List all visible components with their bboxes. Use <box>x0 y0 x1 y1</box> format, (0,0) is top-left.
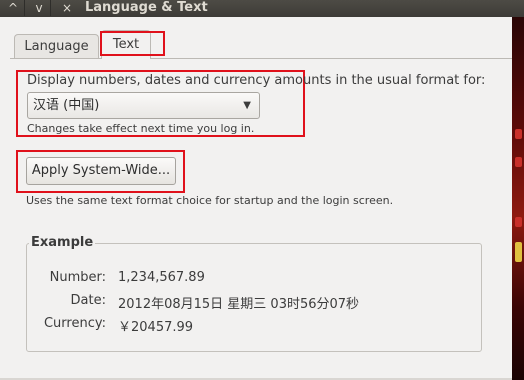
format-label: Display numbers, dates and currency amou… <box>27 73 486 88</box>
apply-note: Uses the same text format choice for sta… <box>26 194 394 207</box>
number-value: 1,234,567.89 <box>118 270 205 285</box>
changes-note: Changes take effect next time you log in… <box>27 122 255 135</box>
close-icon[interactable]: × <box>56 0 78 16</box>
currency-label: Currency: <box>43 316 106 331</box>
chevron-up-icon[interactable]: ^ <box>2 0 25 16</box>
date-label: Date: <box>70 293 106 308</box>
window-title: Language & Text <box>85 0 208 15</box>
desktop-decoration <box>515 217 522 227</box>
locale-dropdown[interactable]: 汉语 (中国) ▼ <box>27 92 260 119</box>
chevron-down-icon[interactable]: v <box>28 0 51 16</box>
apply-system-wide-button[interactable]: Apply System-Wide... <box>26 157 176 185</box>
date-value: 2012年08月15日 星期三 03时56分07秒 <box>118 297 360 312</box>
locale-selected-value: 汉语 (中国) <box>33 98 100 113</box>
example-title: Example <box>29 235 96 250</box>
number-label: Number: <box>49 270 106 285</box>
desktop-decoration <box>515 129 522 139</box>
desktop-background <box>512 17 524 380</box>
dropdown-arrow-icon: ▼ <box>243 100 251 111</box>
currency-value: ￥20457.99 <box>118 320 194 335</box>
desktop-decoration <box>515 157 522 167</box>
tab-language[interactable]: Language <box>14 34 99 58</box>
tab-text[interactable]: Text <box>101 30 151 59</box>
desktop-decoration <box>515 242 522 262</box>
title-bar: ^ v × Language & Text <box>0 0 524 17</box>
